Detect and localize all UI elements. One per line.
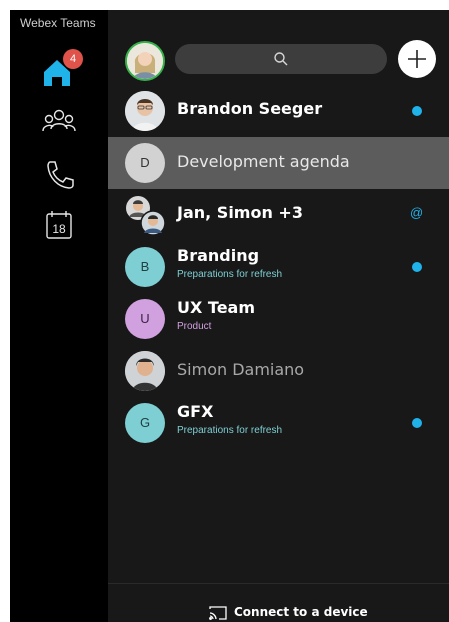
sidebar-item-calls[interactable] (39, 157, 79, 193)
search-input[interactable] (175, 44, 387, 74)
unread-dot (412, 106, 422, 116)
space-name: Simon Damiano (177, 360, 305, 379)
app-window: Webex Teams 4 18 Brandon Seeger D Develo… (10, 10, 449, 622)
avatar: D (125, 143, 165, 183)
avatar: U (125, 299, 165, 339)
space-name: Brandon Seeger (177, 99, 323, 118)
space-name: Jan, Simon +3 (177, 203, 303, 222)
avatar: G (125, 403, 165, 443)
search-icon (274, 52, 288, 66)
space-item-gfx[interactable]: G GFX Preparations for refresh (108, 397, 449, 449)
calendar-icon: 18 (46, 211, 72, 239)
unread-dot (412, 418, 422, 428)
space-name: GFX (177, 402, 214, 421)
app-title: Webex Teams (20, 16, 96, 30)
mention-indicator: @ (410, 205, 424, 220)
space-name: Development agenda (177, 152, 350, 171)
sidebar-item-teams[interactable] (39, 105, 79, 141)
cast-icon (209, 606, 227, 620)
connect-label: Connect to a device (234, 605, 368, 619)
my-avatar[interactable] (125, 41, 165, 81)
group-avatar (125, 195, 169, 239)
space-subtitle: Product (177, 321, 212, 332)
divider (108, 583, 449, 584)
connect-device-button[interactable]: Connect to a device (108, 604, 449, 622)
space-item-simon-damiano[interactable]: Simon Damiano (108, 345, 449, 397)
notification-badge: 4 (63, 49, 83, 69)
space-item-ux-team[interactable]: U UX Team Product (108, 293, 449, 345)
space-item-brandon-seeger[interactable]: Brandon Seeger (108, 85, 449, 137)
spaces-panel: Brandon Seeger D Development agenda Jan,… (108, 10, 449, 622)
space-name: UX Team (177, 298, 256, 317)
calendar-date: 18 (52, 222, 66, 236)
avatar (125, 351, 165, 391)
sidebar: Webex Teams 4 18 (10, 10, 108, 622)
add-space-button[interactable] (398, 40, 436, 78)
people-icon (42, 109, 76, 132)
space-item-jan-simon[interactable]: Jan, Simon +3 @ (108, 189, 449, 241)
space-subtitle: Preparations for refresh (177, 425, 283, 436)
space-item-branding[interactable]: B Branding Preparations for refresh (108, 241, 449, 293)
space-name: Branding (177, 246, 260, 265)
avatar (125, 91, 165, 131)
plus-icon (408, 50, 426, 68)
sidebar-item-meetings[interactable]: 18 (39, 208, 79, 244)
avatar: B (125, 247, 165, 287)
space-subtitle: Preparations for refresh (177, 269, 283, 280)
unread-dot (412, 262, 422, 272)
space-item-development-agenda[interactable]: D Development agenda (108, 137, 449, 189)
phone-icon (47, 161, 74, 189)
